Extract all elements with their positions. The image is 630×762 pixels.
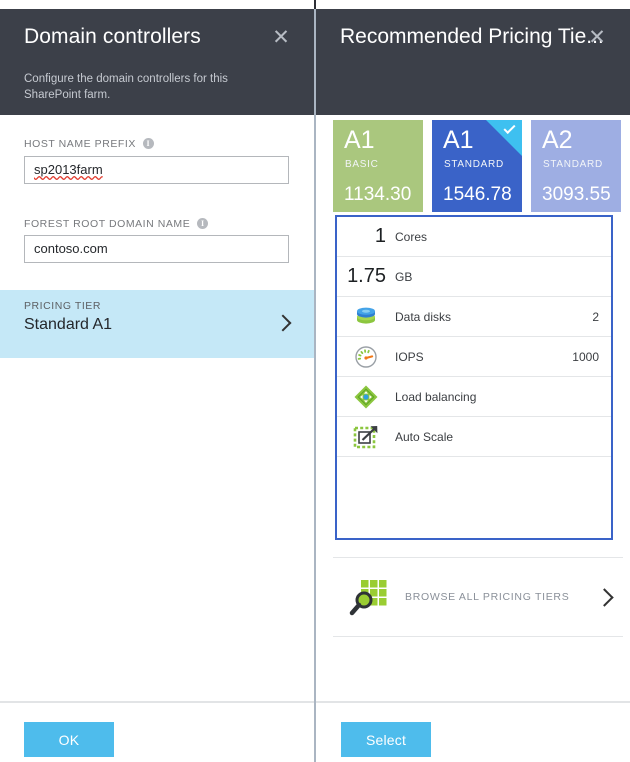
card-price: 1546.78 <box>443 184 512 205</box>
pricing-tier-row[interactable]: PRICING TIER Standard A1 <box>0 290 314 358</box>
browse-label: BROWSE ALL PRICING TIERS <box>405 591 570 603</box>
card-name: A2 <box>542 126 573 154</box>
card-name: A1 <box>344 126 375 154</box>
spec-panel-filler <box>337 457 611 497</box>
pricing-tier-cards: A1 BASIC 1134.30 A1 STANDARD 1546.78 A2 … <box>333 120 623 212</box>
spec-value: 2 <box>592 309 599 324</box>
spec-panel: 1 Cores 1.75 GB Data disks 2 IOPS 1000 L… <box>335 215 613 540</box>
spec-label: Auto Scale <box>395 429 454 444</box>
spec-value: 1000 <box>572 349 599 364</box>
info-icon[interactable]: i <box>197 218 209 229</box>
domain-controllers-blade: Domain controllers ✕ Configure the domai… <box>0 0 314 762</box>
spec-row-memory: 1.75 GB <box>337 257 611 297</box>
selected-check-icon <box>486 120 522 156</box>
data-disks-icon <box>337 306 395 328</box>
spec-label: GB <box>395 269 413 284</box>
forest-root-domain-name-value: contoso.com <box>34 241 108 256</box>
pricing-card-a1-basic[interactable]: A1 BASIC 1134.30 <box>333 120 423 212</box>
card-type: BASIC <box>345 159 379 170</box>
browse-all-pricing-tiers-row[interactable]: BROWSE ALL PRICING TIERS <box>333 558 623 636</box>
spec-label: IOPS <box>395 349 424 364</box>
close-icon[interactable]: ✕ <box>270 27 292 49</box>
memory-amount: 1.75 <box>347 265 386 287</box>
info-icon[interactable]: i <box>142 138 154 149</box>
right-blade-header: Recommended Pricing Tie... ✕ <box>316 9 630 115</box>
load-balancing-icon <box>337 384 395 410</box>
browse-divider-bottom <box>333 636 623 637</box>
spec-row-cores: 1 Cores <box>337 217 611 257</box>
left-footer-divider <box>0 701 314 703</box>
auto-scale-icon <box>337 424 395 450</box>
azure-portal-blades: Domain controllers ✕ Configure the domai… <box>0 0 630 762</box>
close-icon[interactable]: ✕ <box>586 27 608 49</box>
forest-root-domain-name-label: FOREST ROOT DOMAIN NAME i <box>24 218 209 230</box>
card-name: A1 <box>443 126 474 154</box>
spec-label: Load balancing <box>395 389 477 404</box>
pricing-tier-label: PRICING TIER <box>24 300 101 312</box>
host-name-prefix-input[interactable]: sp2013farm <box>24 156 289 184</box>
spec-row-data-disks: Data disks 2 <box>337 297 611 337</box>
spec-row-auto-scale: Auto Scale <box>337 417 611 457</box>
pricing-card-a1-standard[interactable]: A1 STANDARD 1546.78 <box>432 120 522 212</box>
spec-row-iops: IOPS 1000 <box>337 337 611 377</box>
chevron-right-icon <box>597 586 611 608</box>
card-price: 1134.30 <box>344 184 412 205</box>
select-button[interactable]: Select <box>341 722 431 757</box>
card-type: STANDARD <box>444 159 504 170</box>
spec-label: Cores <box>395 229 428 244</box>
right-page-title: Recommended Pricing Tie... <box>340 25 604 48</box>
card-price: 3093.55 <box>542 184 611 205</box>
card-type: STANDARD <box>543 159 603 170</box>
spec-row-load-balancing: Load balancing <box>337 377 611 417</box>
host-name-prefix-label: HOST NAME PREFIX i <box>24 138 154 150</box>
blade-description: Configure the domain controllers for thi… <box>24 73 228 101</box>
page-title: Domain controllers <box>24 25 201 48</box>
host-name-prefix-value: sp2013farm <box>34 162 103 177</box>
pricing-card-a2-standard[interactable]: A2 STANDARD 3093.55 <box>531 120 621 212</box>
ok-button[interactable]: OK <box>24 722 114 757</box>
browse-search-grid-icon <box>333 578 405 616</box>
left-blade-header: Domain controllers ✕ Configure the domai… <box>0 9 314 115</box>
iops-gauge-icon <box>337 345 395 369</box>
forest-root-domain-name-input[interactable]: contoso.com <box>24 235 289 263</box>
chevron-right-icon <box>276 313 290 335</box>
pricing-tier-value: Standard A1 <box>24 316 113 333</box>
cores-count: 1 <box>374 225 386 247</box>
right-footer-divider <box>316 701 630 703</box>
spec-label: Data disks <box>395 309 452 324</box>
recommended-pricing-tiers-blade: Recommended Pricing Tie... ✕ A1 BASIC 11… <box>316 0 630 762</box>
